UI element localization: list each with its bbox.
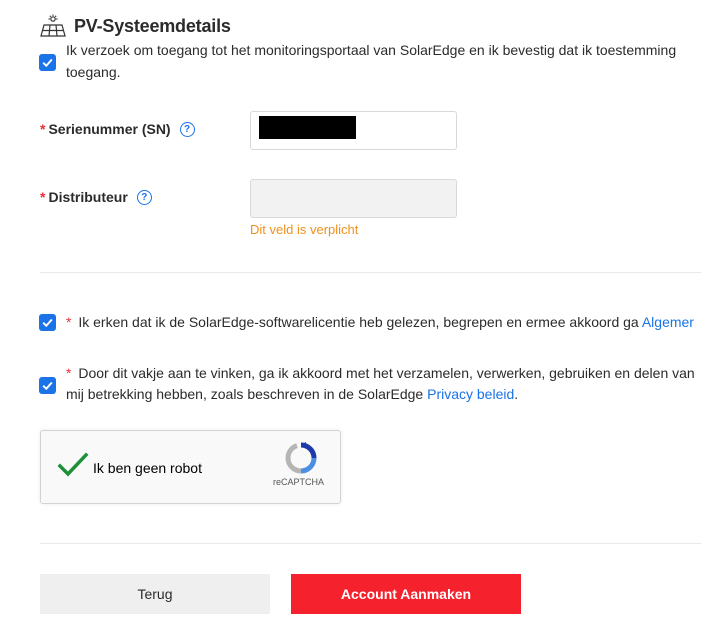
monitoring-consent-checkbox[interactable] bbox=[39, 54, 56, 71]
recaptcha-icon bbox=[285, 442, 317, 474]
data-consent-label-cont: mij betrekking hebben, zoals beschreven … bbox=[66, 386, 424, 402]
data-consent-label: Door dit vakje aan te vinken, ga ik akko… bbox=[78, 365, 695, 381]
page-title: PV-Systeemdetails bbox=[74, 15, 231, 36]
data-consent-checkbox[interactable] bbox=[39, 377, 56, 394]
license-consent-checkbox[interactable] bbox=[39, 314, 56, 331]
checkmark-icon bbox=[42, 381, 53, 391]
distributor-input[interactable] bbox=[250, 179, 457, 218]
divider bbox=[40, 272, 701, 273]
create-account-button[interactable]: Account Aanmaken bbox=[291, 574, 521, 614]
distributor-error: Dit veld is verplicht bbox=[250, 222, 359, 237]
required-marker: * bbox=[40, 121, 46, 137]
back-button[interactable]: Terug bbox=[40, 574, 270, 614]
required-marker: * bbox=[66, 365, 72, 381]
recaptcha-widget: Ik ben geen robot reCAPTCHA bbox=[40, 430, 341, 504]
monitoring-consent-text-cont: toegang. bbox=[66, 64, 121, 80]
question-circle-icon[interactable]: ? bbox=[136, 189, 152, 205]
distributor-label: * Distributeur ? bbox=[40, 187, 152, 207]
required-marker: * bbox=[66, 314, 72, 330]
redacted-value bbox=[259, 116, 356, 139]
data-consent-text: * Door dit vakje aan te vinken, ga ik ak… bbox=[66, 363, 695, 384]
serial-number-label: * Serienummer (SN) ? bbox=[40, 119, 195, 139]
solar-panel-icon bbox=[40, 14, 66, 37]
distributor-label-text: Distributeur bbox=[48, 189, 128, 205]
monitoring-consent-text: Ik verzoek om toegang tot het monitoring… bbox=[66, 42, 677, 58]
required-marker: * bbox=[40, 189, 46, 205]
general-terms-link[interactable]: Algemer bbox=[642, 314, 694, 330]
section-header: PV-Systeemdetails bbox=[40, 12, 231, 40]
question-circle-icon[interactable]: ? bbox=[179, 121, 195, 137]
serial-number-label-text: Serienummer (SN) bbox=[48, 121, 171, 137]
serial-number-input[interactable] bbox=[250, 111, 457, 150]
recaptcha-brand: reCAPTCHA bbox=[273, 477, 325, 487]
checkmark-icon bbox=[42, 58, 53, 68]
privacy-policy-link[interactable]: Privacy beleid bbox=[427, 386, 514, 402]
recaptcha-label: Ik ben geen robot bbox=[93, 460, 202, 476]
license-consent-text: * Ik erken dat ik de SolarEdge-softwarel… bbox=[66, 312, 694, 333]
data-consent-period: . bbox=[514, 386, 519, 402]
data-consent-text-cont: mij betrekking hebben, zoals beschreven … bbox=[66, 384, 518, 405]
checkmark-icon[interactable] bbox=[57, 451, 89, 481]
license-consent-label: Ik erken dat ik de SolarEdge-softwarelic… bbox=[78, 314, 639, 330]
checkmark-icon bbox=[42, 318, 53, 328]
divider bbox=[40, 543, 701, 544]
